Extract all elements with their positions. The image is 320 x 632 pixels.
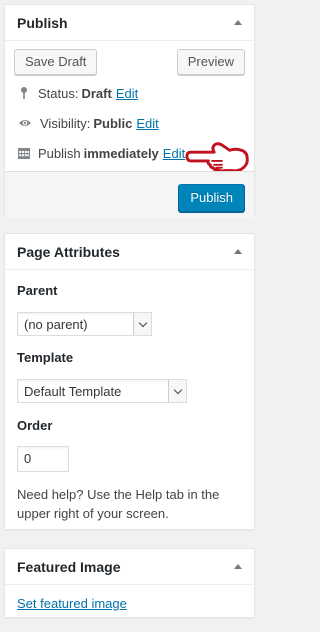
template-select-value: Default Template (24, 383, 122, 399)
featured-image-box: Featured Image Set featured image (4, 548, 255, 618)
status-label: Status: (38, 85, 79, 101)
collapse-arrow-icon[interactable] (234, 564, 242, 569)
publish-box-header[interactable]: Publish (5, 5, 254, 41)
visibility-label: Visibility: (40, 115, 91, 131)
publish-box-title: Publish (17, 14, 68, 31)
chevron-down-icon[interactable] (168, 380, 186, 402)
parent-select[interactable]: (no parent) (17, 312, 152, 336)
chevron-down-icon[interactable] (133, 313, 151, 335)
preview-button[interactable]: Preview (176, 49, 245, 75)
parent-select-value: (no parent) (24, 316, 88, 332)
status-edit-link[interactable]: Edit (116, 86, 138, 101)
visibility-value: Public (93, 115, 133, 131)
help-text: Need help? Use the Help tab in the upper… (17, 487, 220, 521)
page-attributes-header[interactable]: Page Attributes (5, 234, 254, 270)
major-publishing-actions: Publish (5, 171, 254, 218)
calendar-icon (18, 148, 30, 159)
visibility-edit-link[interactable]: Edit (136, 116, 158, 131)
template-select[interactable]: Default Template (17, 379, 187, 403)
schedule-label: Publish (38, 145, 81, 161)
template-label: Template (17, 350, 74, 365)
order-label: Order (17, 418, 53, 433)
page-attributes-box: Page Attributes Parent (no parent) Templ… (4, 233, 255, 530)
visibility-row: Visibility: Public Edit (17, 113, 159, 133)
order-input[interactable]: 0 (17, 446, 69, 472)
status-row: Status: Draft Edit (17, 83, 138, 103)
set-featured-image-link[interactable]: Set featured image (17, 596, 127, 611)
featured-image-header[interactable]: Featured Image (5, 549, 254, 585)
publish-box: Publish Save Draft Preview Status: Draft… (4, 4, 255, 218)
parent-label: Parent (17, 283, 58, 298)
publish-button[interactable]: Publish (178, 184, 245, 212)
eye-icon (19, 120, 31, 126)
status-value: Draft (81, 85, 112, 101)
collapse-arrow-icon[interactable] (234, 249, 242, 254)
schedule-row: Publish immediately Edit (17, 143, 185, 163)
collapse-arrow-icon[interactable] (234, 20, 242, 25)
save-draft-button[interactable]: Save Draft (14, 49, 98, 75)
featured-image-title: Featured Image (17, 558, 121, 575)
schedule-value: immediately (83, 145, 159, 161)
pin-icon (21, 87, 27, 99)
page-attributes-title: Page Attributes (17, 243, 120, 260)
schedule-edit-link[interactable]: Edit (163, 146, 185, 161)
